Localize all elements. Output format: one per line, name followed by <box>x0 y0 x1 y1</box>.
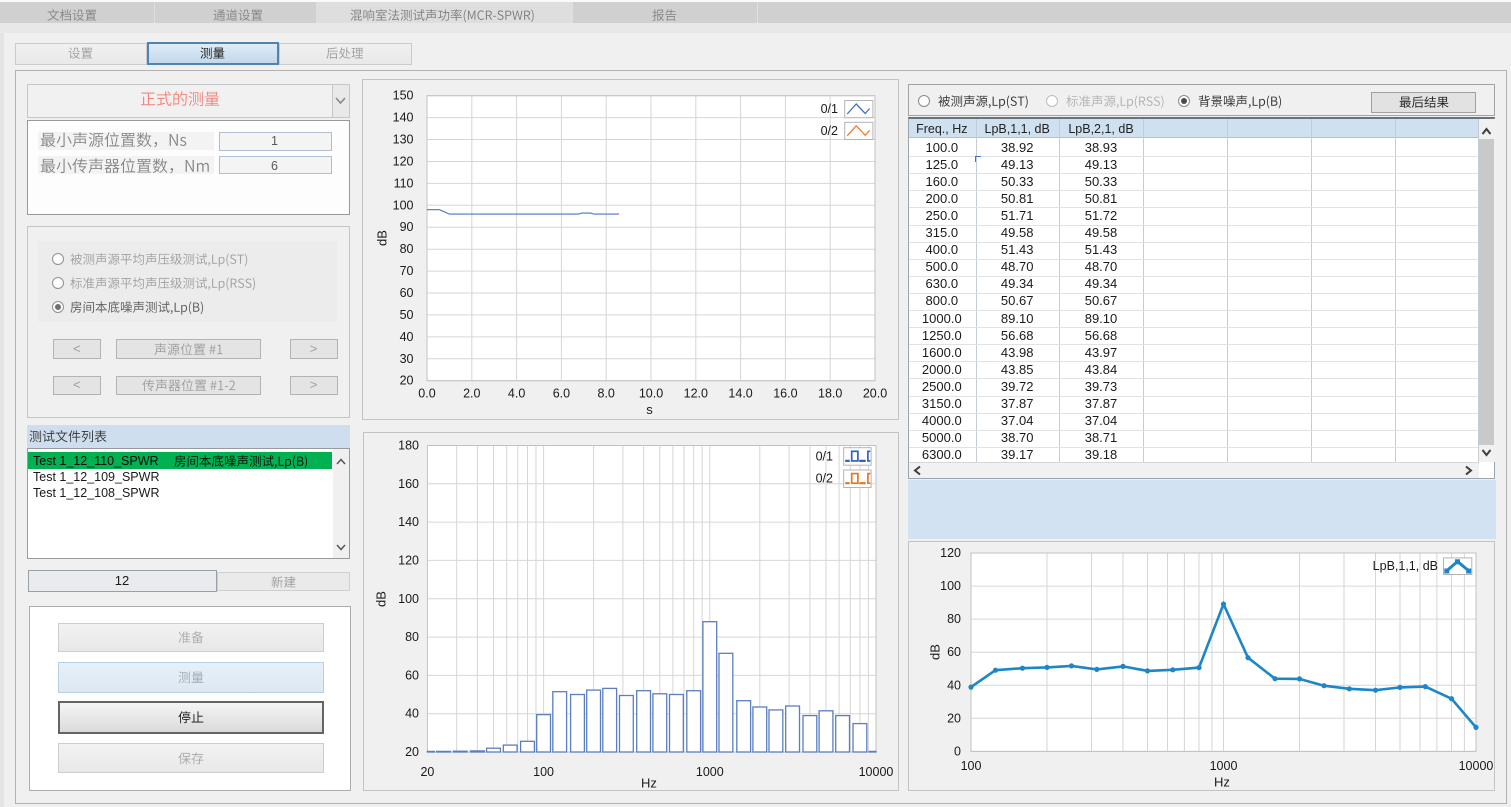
svg-text:0/1: 0/1 <box>816 449 833 463</box>
svg-text:20.0: 20.0 <box>863 387 887 401</box>
svg-text:0/2: 0/2 <box>816 472 833 486</box>
svg-text:16.0: 16.0 <box>773 387 797 401</box>
svg-text:12.0: 12.0 <box>684 387 708 401</box>
svg-text:Hz: Hz <box>1214 775 1230 790</box>
svg-text:80: 80 <box>405 630 419 644</box>
svg-text:70: 70 <box>400 264 414 278</box>
svg-text:dB: dB <box>375 230 390 246</box>
svg-text:14.0: 14.0 <box>728 387 752 401</box>
svg-text:s: s <box>646 402 653 417</box>
svg-text:140: 140 <box>398 515 419 529</box>
svg-text:100: 100 <box>533 765 554 779</box>
svg-text:140: 140 <box>393 111 414 125</box>
svg-text:120: 120 <box>940 546 961 560</box>
svg-text:10000: 10000 <box>859 765 894 779</box>
svg-text:40: 40 <box>400 330 414 344</box>
svg-text:0/2: 0/2 <box>821 124 838 138</box>
svg-text:20: 20 <box>400 374 414 388</box>
svg-text:100: 100 <box>393 198 414 212</box>
svg-text:Hz: Hz <box>641 776 657 791</box>
svg-text:20: 20 <box>420 765 434 779</box>
svg-text:180: 180 <box>398 439 419 453</box>
svg-text:40: 40 <box>947 678 961 692</box>
svg-text:100: 100 <box>961 759 982 773</box>
svg-text:80: 80 <box>947 612 961 626</box>
svg-text:2.0: 2.0 <box>463 387 480 401</box>
svg-text:LpB,1,1, dB: LpB,1,1, dB <box>1373 559 1438 573</box>
svg-text:10.0: 10.0 <box>639 387 663 401</box>
svg-text:160: 160 <box>398 477 419 491</box>
svg-text:1000: 1000 <box>1210 759 1238 773</box>
svg-text:0: 0 <box>954 744 961 758</box>
svg-text:120: 120 <box>393 154 414 168</box>
svg-text:dB: dB <box>928 644 943 660</box>
svg-text:100: 100 <box>940 579 961 593</box>
svg-text:0/1: 0/1 <box>821 102 838 116</box>
svg-text:120: 120 <box>398 553 419 567</box>
svg-text:1000: 1000 <box>696 765 724 779</box>
svg-text:60: 60 <box>405 668 419 682</box>
svg-text:40: 40 <box>405 707 419 721</box>
svg-text:8.0: 8.0 <box>598 387 615 401</box>
svg-text:30: 30 <box>400 352 414 366</box>
svg-text:dB: dB <box>374 591 389 607</box>
svg-text:20: 20 <box>405 745 419 759</box>
svg-text:100: 100 <box>398 592 419 606</box>
svg-text:10000: 10000 <box>1459 759 1494 773</box>
svg-text:60: 60 <box>400 286 414 300</box>
svg-text:6.0: 6.0 <box>553 387 570 401</box>
svg-text:110: 110 <box>394 176 414 190</box>
svg-text:18.0: 18.0 <box>818 387 842 401</box>
svg-text:130: 130 <box>393 133 414 147</box>
svg-text:20: 20 <box>947 711 961 725</box>
svg-text:4.0: 4.0 <box>508 387 525 401</box>
svg-text:80: 80 <box>400 242 414 256</box>
svg-text:0.0: 0.0 <box>418 387 435 401</box>
svg-text:60: 60 <box>947 645 961 659</box>
svg-text:90: 90 <box>400 220 414 234</box>
svg-text:50: 50 <box>400 308 414 322</box>
svg-text:150: 150 <box>393 89 414 103</box>
